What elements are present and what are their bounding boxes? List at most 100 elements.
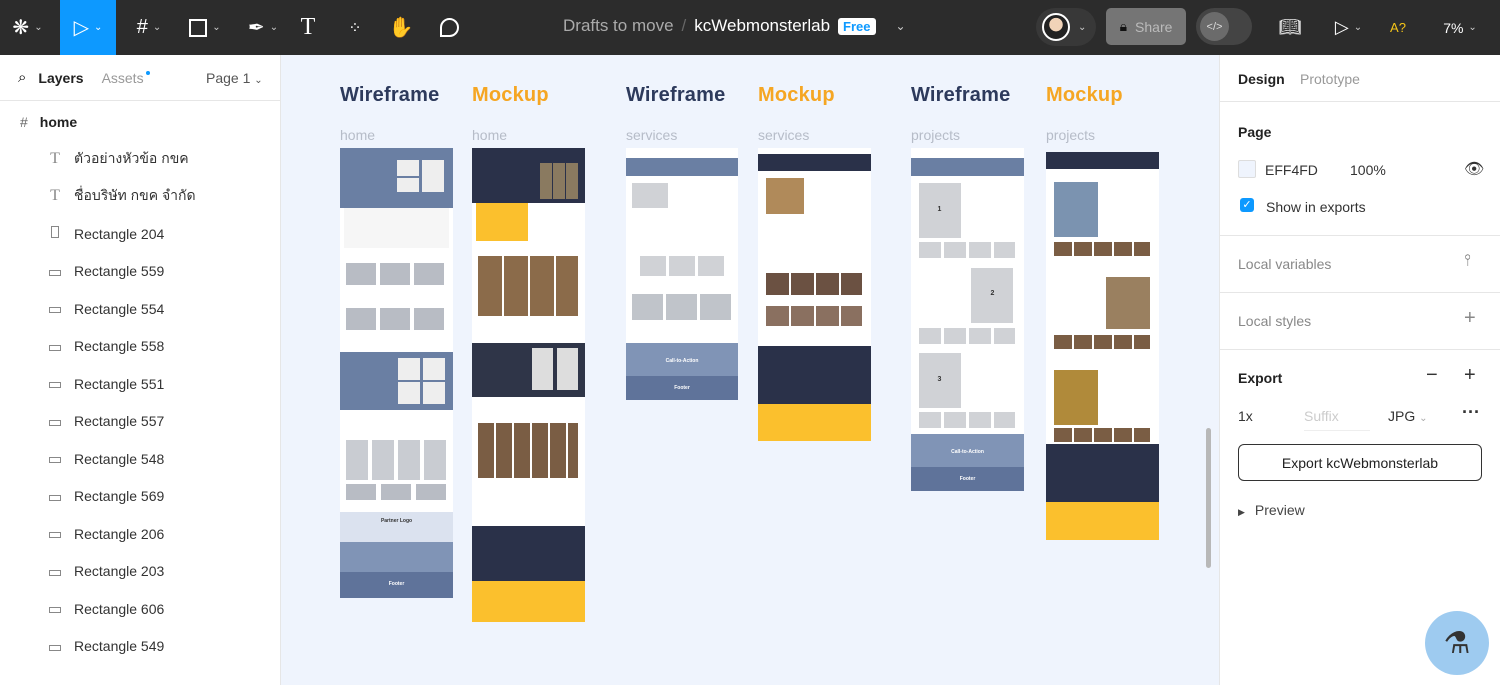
local-variables-section[interactable]: Local variables ⫯ — [1220, 235, 1500, 292]
layer-item[interactable]: Rectangle 206 — [0, 515, 280, 552]
preview-toggle[interactable]: ▶ Preview — [1238, 502, 1305, 518]
play-icon: ▷ — [1334, 17, 1349, 37]
present-button[interactable]: ▷ ⌄ — [1326, 0, 1371, 55]
resources-button[interactable]: ⁘ — [340, 0, 370, 55]
layer-item[interactable]: Rectangle 558 — [0, 328, 280, 365]
frame-mockup-projects[interactable] — [1046, 152, 1159, 540]
add-style-icon[interactable]: + — [1464, 307, 1476, 330]
export-scale[interactable]: 1x — [1238, 408, 1253, 424]
page-color-swatch[interactable] — [1238, 160, 1256, 178]
frame-label[interactable]: projects — [1046, 127, 1095, 143]
layer-item[interactable]: Rectangle 204 — [0, 215, 280, 252]
zoom-level: 7% — [1443, 19, 1464, 36]
rectangle-layer-icon — [48, 264, 62, 279]
export-button[interactable]: Export kcWebmonsterlab — [1238, 444, 1482, 481]
layer-item[interactable]: Rectangle 557 — [0, 403, 280, 440]
chevron-down-icon: ⌄ — [1078, 21, 1087, 33]
group-heading-mockup: Mockup — [758, 84, 835, 106]
text-tool-button[interactable]: T — [293, 0, 323, 55]
layer-label: Rectangle 549 — [74, 638, 165, 654]
rectangle-layer-icon — [48, 414, 62, 429]
chevron-down-icon: ⌄ — [1353, 22, 1363, 33]
hand-icon: ✋ — [388, 17, 414, 39]
figma-logo-icon: ❋ — [12, 17, 30, 39]
layer-item[interactable]: Rectangle 203 — [0, 553, 280, 590]
dev-mode-toggle[interactable]: </> — [1196, 8, 1252, 45]
format-select[interactable]: JPG ⌄ — [1388, 408, 1428, 424]
frame-label[interactable]: home — [340, 127, 375, 143]
remove-export-icon[interactable]: − — [1426, 364, 1438, 387]
share-button[interactable]: 🔒︎ Share — [1106, 8, 1186, 45]
frame-mockup-services[interactable] — [758, 148, 871, 441]
library-button[interactable]: 📖︎ — [1275, 0, 1305, 55]
hand-tool-button[interactable]: ✋ — [386, 0, 416, 55]
layer-item[interactable]: Rectangle 551 — [0, 365, 280, 402]
frame-tool-button[interactable]: # ⌄ — [124, 0, 174, 55]
frame-label[interactable]: home — [472, 127, 507, 143]
frame-mockup-home[interactable] — [472, 148, 585, 622]
layer-label: home — [39, 113, 78, 130]
font-warning-icon: A? — [1390, 20, 1406, 35]
tab-layers[interactable]: Layers — [38, 70, 83, 86]
layer-item[interactable]: Rectangle 569 — [0, 478, 280, 515]
rectangle-icon — [189, 18, 208, 37]
page-selector[interactable]: Page 1 ⌄ — [206, 70, 263, 86]
local-styles-label: Local styles — [1238, 313, 1312, 329]
tab-design[interactable]: Design — [1238, 71, 1285, 87]
more-options-icon[interactable]: ··· — [1462, 402, 1480, 423]
eye-icon[interactable]: 👁︎ — [1464, 159, 1484, 179]
layer-label: Rectangle 548 — [74, 450, 165, 467]
layer-item[interactable]: Rectangle 554 — [0, 290, 280, 327]
add-export-icon[interactable]: + — [1464, 364, 1476, 387]
layer-item[interactable]: Rectangle 559 — [0, 253, 280, 290]
project-number: 1 — [937, 206, 942, 213]
layer-item[interactable]: T ตัวอย่างหัวข้อ กขค — [0, 140, 280, 177]
rectangle-layer-icon — [48, 226, 62, 241]
layer-item[interactable]: Rectangle 606 — [0, 590, 280, 627]
frame-wireframe-services[interactable]: Call-to-Action Footer — [626, 148, 738, 400]
tab-assets[interactable]: Assets — [102, 70, 144, 86]
layer-item[interactable]: Rectangle 549 — [0, 628, 280, 665]
chevron-down-icon: ⌄ — [269, 22, 279, 33]
canvas[interactable]: Wireframe Mockup Wireframe Mockup Wirefr… — [281, 55, 1219, 685]
tab-prototype[interactable]: Prototype — [1300, 71, 1360, 87]
file-menu-chevron-icon[interactable]: ⌄ — [896, 19, 906, 33]
suffix-input[interactable]: Suffix — [1304, 408, 1370, 431]
partner-logo-label: Partner Logo — [380, 518, 413, 524]
file-name[interactable]: kcWebmonsterlab — [694, 16, 830, 36]
move-tool-button[interactable]: ▷ ⌄ — [60, 0, 116, 55]
design-panel: Design Prototype Page EFF4FD 100% 👁︎ ✓ S… — [1219, 55, 1500, 685]
local-variables-label: Local variables — [1238, 256, 1332, 272]
layer-item[interactable]: T ชื่อบริษัท กขค จำกัด — [0, 178, 280, 215]
pen-tool-button[interactable]: ✒ ⌄ — [238, 0, 288, 55]
rectangle-layer-icon — [48, 639, 62, 654]
project-name[interactable]: Drafts to move — [563, 16, 674, 36]
layer-item[interactable]: Rectangle 548 — [0, 440, 280, 477]
comment-tool-button[interactable] — [434, 0, 464, 55]
frame-label[interactable]: services — [758, 127, 809, 143]
frame-label[interactable]: services — [626, 127, 677, 143]
page-color-hex[interactable]: EFF4FD — [1265, 162, 1318, 178]
frame-wireframe-home[interactable]: Partner Logo Footer — [340, 148, 453, 598]
multiplayer-button[interactable]: ⌄ — [1036, 8, 1096, 46]
shape-tool-button[interactable]: ⌄ — [180, 0, 230, 55]
cta-label: Call-to-Action — [665, 358, 699, 364]
zoom-menu[interactable]: 7% ⌄ — [1435, 0, 1485, 55]
lab-flask-icon[interactable]: ⚗ — [1425, 611, 1489, 675]
canvas-scrollbar[interactable] — [1206, 428, 1211, 568]
variables-icon[interactable]: ⫯ — [1464, 252, 1471, 270]
rectangle-layer-icon — [48, 526, 62, 541]
text-layer-icon: T — [50, 149, 60, 167]
rectangle-layer-icon — [48, 601, 62, 616]
show-in-exports-checkbox[interactable]: ✓ — [1240, 198, 1254, 212]
frame-label[interactable]: projects — [911, 127, 960, 143]
search-icon[interactable]: ⌕ — [18, 69, 26, 86]
frame-wireframe-projects[interactable]: 1 2 3 Call-to-Action Footer — [911, 148, 1024, 491]
accessibility-button[interactable]: A? — [1383, 0, 1413, 55]
layer-frame-home[interactable]: # home — [0, 103, 280, 140]
main-menu-button[interactable]: ❋ ⌄ — [0, 0, 55, 55]
code-icon: </> — [1200, 12, 1229, 41]
page-opacity[interactable]: 100% — [1350, 162, 1386, 178]
chevron-down-icon: ⌄ — [34, 22, 43, 33]
layer-label: Rectangle 203 — [74, 563, 165, 579]
